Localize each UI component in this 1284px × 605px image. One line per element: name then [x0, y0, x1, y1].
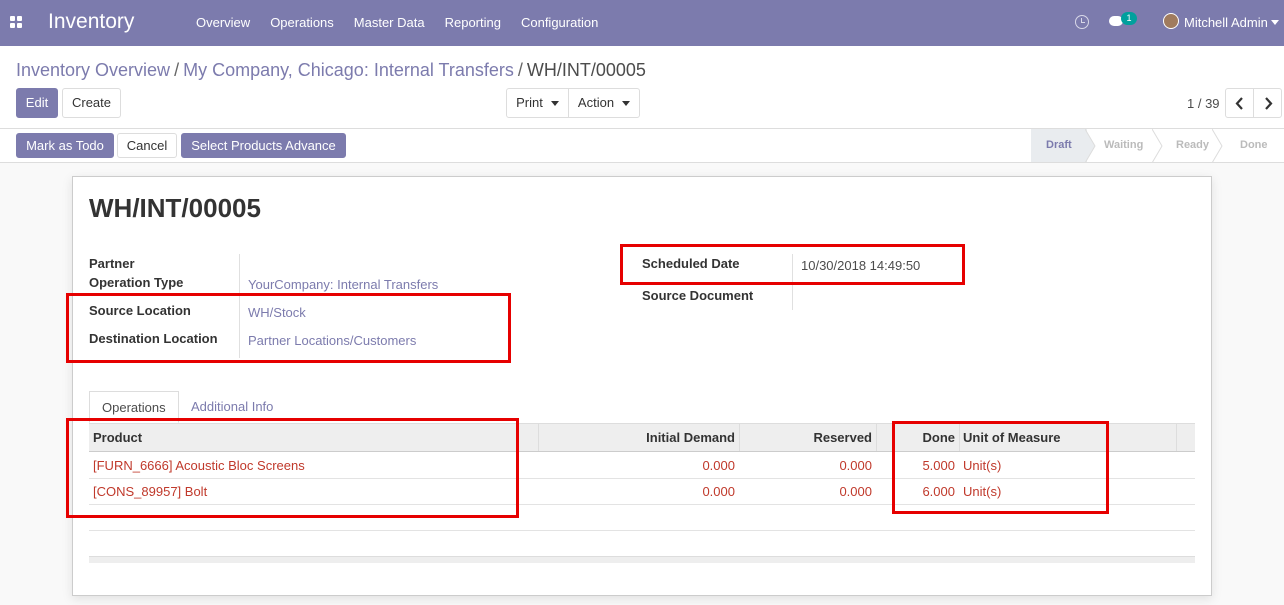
action-label: Action: [577, 95, 615, 110]
initial-demand-cell: 0.000: [702, 458, 735, 473]
menu-item-master-data[interactable]: Master Data: [354, 15, 425, 30]
stage-done[interactable]: Done: [1240, 129, 1268, 162]
stage-arrow: [1085, 129, 1096, 163]
table-footer: [89, 556, 1195, 563]
chevron-left-icon: [1235, 97, 1243, 110]
stage-arrow: [1212, 129, 1223, 163]
operation-type-label: Operation Type: [89, 275, 184, 290]
pager-next-button[interactable]: [1253, 88, 1282, 118]
highlight-box-locations: [66, 293, 511, 363]
action-dropdown[interactable]: Action: [568, 88, 640, 118]
chevron-right-icon: [1265, 97, 1273, 110]
print-dropdown[interactable]: Print: [506, 88, 569, 118]
mark-as-todo-button[interactable]: Mark as Todo: [16, 133, 114, 158]
form-sheet: [72, 176, 1212, 596]
highlight-box-scheduled-date: [620, 244, 965, 285]
column-reserved[interactable]: Reserved: [739, 424, 872, 451]
stage-ready[interactable]: Ready: [1176, 129, 1209, 162]
top-navbar: Inventory Overview Operations Master Dat…: [0, 0, 1284, 46]
reserved-cell: 0.000: [839, 458, 872, 473]
select-products-advance-button[interactable]: Select Products Advance: [181, 133, 346, 158]
menu-item-reporting[interactable]: Reporting: [445, 15, 501, 30]
form-statusbar: Mark as Todo Cancel Select Products Adva…: [0, 129, 1284, 163]
chat-count-badge: 1: [1121, 12, 1137, 25]
column-initial-demand[interactable]: Initial Demand: [538, 424, 735, 451]
print-label: Print: [516, 95, 543, 110]
highlight-box-products: [66, 418, 519, 518]
user-chevron-down-icon[interactable]: [1271, 20, 1279, 25]
main-menu: Overview Operations Master Data Reportin…: [196, 15, 618, 30]
column-separator: [1176, 424, 1177, 451]
edit-button[interactable]: Edit: [16, 88, 58, 118]
user-name[interactable]: Mitchell Admin: [1184, 15, 1268, 30]
stage-waiting[interactable]: Waiting: [1104, 129, 1143, 162]
highlight-box-done-uom: [892, 421, 1109, 514]
breadcrumb-separator: /: [517, 60, 523, 80]
print-caret-icon: [550, 101, 559, 107]
record-title: WH/INT/00005: [89, 193, 261, 223]
reserved-cell: 0.000: [839, 484, 872, 499]
breadcrumb: Inventory Overview / My Company, Chicago: …: [16, 60, 646, 81]
stage-draft: Draft: [1031, 129, 1087, 162]
operation-type-value[interactable]: YourCompany: Internal Transfers: [248, 277, 438, 292]
breadcrumb-inventory-overview[interactable]: Inventory Overview: [16, 60, 170, 80]
control-panel: Inventory Overview / My Company, Chicago: …: [0, 46, 1284, 129]
cancel-button[interactable]: Cancel: [117, 133, 177, 158]
partner-label: Partner: [89, 256, 135, 271]
breadcrumb-current: WH/INT/00005: [526, 60, 646, 80]
menu-item-overview[interactable]: Overview: [196, 15, 250, 30]
create-button[interactable]: Create: [62, 88, 121, 118]
menu-item-configuration[interactable]: Configuration: [521, 15, 598, 30]
apps-grid-icon[interactable]: [10, 16, 23, 29]
initial-demand-cell: 0.000: [702, 484, 735, 499]
avatar[interactable]: [1163, 13, 1179, 29]
breadcrumb-internal-transfers[interactable]: My Company, Chicago: Internal Transfers: [183, 60, 514, 80]
stage-arrow: [1152, 129, 1163, 163]
breadcrumb-separator: /: [174, 60, 180, 80]
action-caret-icon: [622, 101, 631, 107]
activity-clock-icon[interactable]: [1075, 15, 1089, 29]
source-document-label: Source Document: [642, 288, 754, 303]
app-title[interactable]: Inventory: [48, 10, 134, 34]
menu-item-operations[interactable]: Operations: [270, 15, 334, 30]
pager-value[interactable]: 1 / 39: [1187, 96, 1220, 111]
pager-previous-button[interactable]: [1225, 88, 1254, 118]
